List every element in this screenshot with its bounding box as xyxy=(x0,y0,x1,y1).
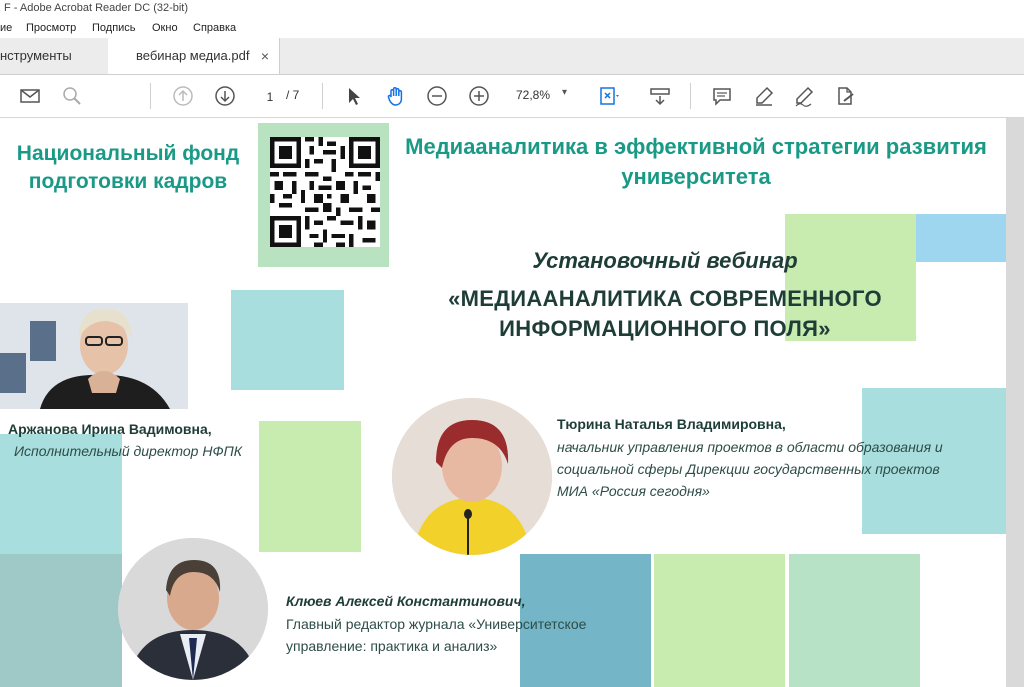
qr-pattern xyxy=(270,137,380,247)
decor-square xyxy=(231,290,344,390)
scroll-mode-icon[interactable] xyxy=(648,84,672,108)
fit-page-icon[interactable] xyxy=(596,84,620,108)
decor-square xyxy=(789,554,920,687)
webinar-type: Установочный вебинар xyxy=(532,248,798,273)
decor-square xyxy=(0,554,122,687)
next-page-icon[interactable] xyxy=(213,84,237,108)
tab-document[interactable]: вебинар медиа.pdf × xyxy=(108,38,280,74)
speaker-name-klyuev: Клюев Алексей Константинович, xyxy=(286,593,526,609)
org-name: Национальный фонд подготовки кадров xyxy=(16,142,240,193)
menu-item-window[interactable]: Окно xyxy=(152,22,178,34)
zoom-select[interactable]: 72,8% ▾ xyxy=(506,87,578,105)
decor-square xyxy=(916,214,1006,262)
tab-bar: нструменты вебинар медиа.pdf × xyxy=(0,38,1024,75)
zoom-out-icon[interactable] xyxy=(425,84,449,108)
menu-item-help[interactable]: Справка xyxy=(193,22,236,34)
decor-square xyxy=(654,554,785,687)
mail-icon[interactable] xyxy=(18,84,42,108)
page-number-input[interactable] xyxy=(254,87,286,107)
speaker-role-klyuev: Главный редактор журнала «Университетско… xyxy=(286,616,587,654)
speaker-role-arzhanova: Исполнительный директор НФПК xyxy=(14,443,242,459)
cursor-icon[interactable] xyxy=(342,84,366,108)
main-title: Медиааналитика в эффективной стратегии р… xyxy=(405,134,987,189)
menu-item-view[interactable]: Просмотр xyxy=(26,22,76,34)
toolbar-separator xyxy=(690,83,691,109)
document-area[interactable]: Национальный фонд подготовки кадров Меди… xyxy=(0,118,1024,687)
hand-icon[interactable] xyxy=(384,84,408,108)
toolbar: / 7 72,8% ▾ xyxy=(0,75,1024,118)
webinar-name: «МЕДИААНАЛИТИКА СОВРЕМЕННОГО ИНФОРМАЦИОН… xyxy=(448,286,882,341)
toolbar-separator xyxy=(322,83,323,109)
speaker-role-tyurina: начальник управления проектов в области … xyxy=(557,439,943,499)
search-icon[interactable] xyxy=(60,84,84,108)
tab-tools[interactable]: нструменты xyxy=(0,38,108,74)
window-title: F - Adobe Acrobat Reader DC (32-bit) xyxy=(4,2,189,14)
window-titlebar: F - Adobe Acrobat Reader DC (32-bit) xyxy=(0,0,1024,18)
speaker-photo-tyurina xyxy=(392,398,552,555)
chevron-down-icon: ▾ xyxy=(562,87,568,98)
sign-icon[interactable] xyxy=(792,84,816,108)
close-tab-icon[interactable]: × xyxy=(261,38,269,74)
speaker-photo-arzhanova xyxy=(0,303,188,409)
tab-document-label: вебинар медиа.pdf xyxy=(136,48,250,63)
qr-code xyxy=(258,123,389,267)
speaker-name-arzhanova: Аржанова Ирина Вадимовна, xyxy=(8,421,212,437)
menu-item-sign[interactable]: Подпись xyxy=(92,22,136,34)
toolbar-separator xyxy=(150,83,151,109)
speaker-photo-klyuev xyxy=(118,538,268,680)
highlight-icon[interactable] xyxy=(752,84,776,108)
menu-item-edit[interactable]: ие xyxy=(0,22,12,34)
zoom-value: 72,8% xyxy=(516,88,551,102)
speaker-name-tyurina: Тюрина Наталья Владимировна, xyxy=(557,416,786,432)
page-total: / 7 xyxy=(286,88,300,102)
prev-page-icon[interactable] xyxy=(171,84,195,108)
zoom-in-icon[interactable] xyxy=(467,84,491,108)
comment-icon[interactable] xyxy=(710,84,734,108)
tab-tools-label: нструменты xyxy=(0,48,72,63)
fill-sign-icon[interactable] xyxy=(833,84,857,108)
pdf-page: Национальный фонд подготовки кадров Меди… xyxy=(0,118,1006,687)
menu-bar: ие Просмотр Подпись Окно Справка xyxy=(0,18,1024,38)
